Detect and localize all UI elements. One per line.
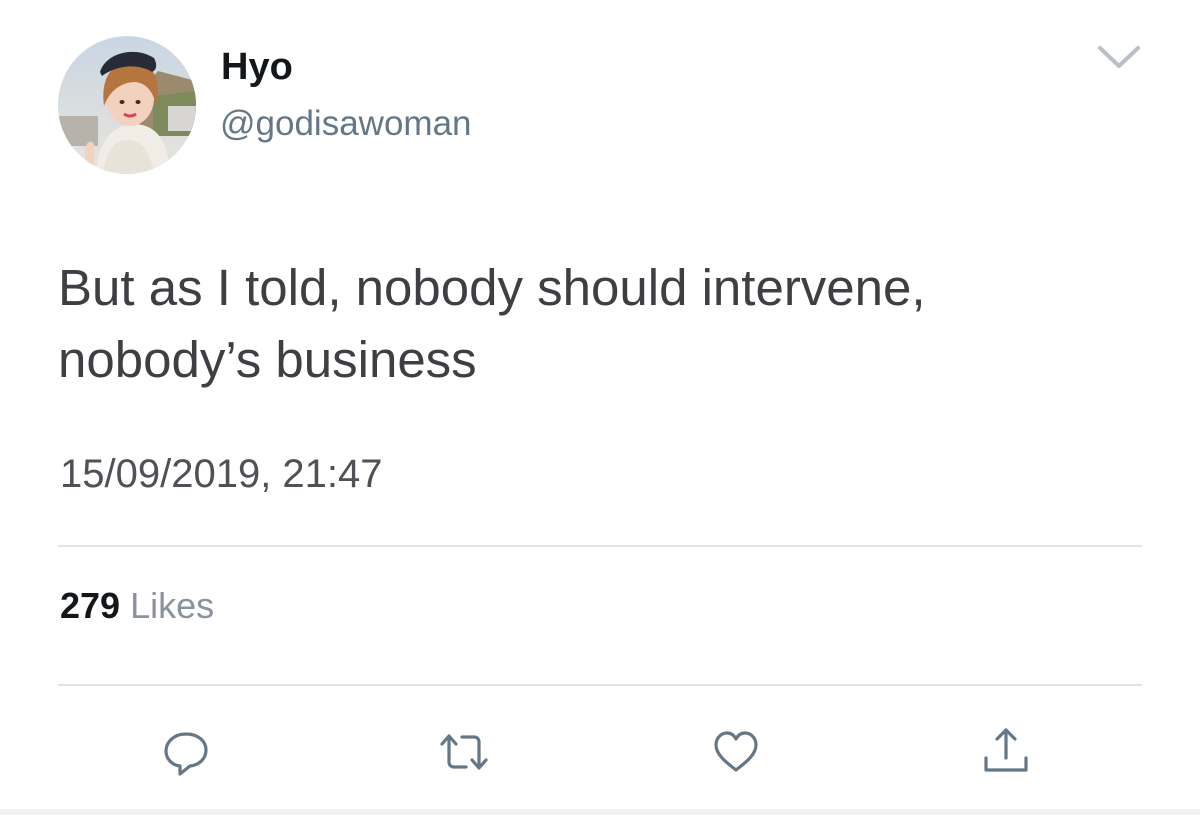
tweet-card: Hyo @godisawoman But as I told, nobody s…: [0, 0, 1200, 815]
likes-stat[interactable]: 279 Likes: [60, 583, 214, 629]
user-handle[interactable]: @godisawoman: [220, 102, 472, 146]
heart-icon[interactable]: [708, 724, 764, 780]
bottom-border: [0, 809, 1200, 815]
reply-icon[interactable]: [158, 724, 214, 780]
retweet-icon[interactable]: [436, 724, 492, 780]
tweet-text-line: But as I told, nobody should intervene,: [58, 259, 926, 316]
avatar-photo: [58, 36, 196, 174]
likes-count: 279: [60, 585, 121, 626]
share-icon[interactable]: [978, 724, 1034, 780]
tweet-timestamp[interactable]: 15/09/2019, 21:47: [60, 448, 383, 500]
likes-label: Likes: [130, 585, 215, 626]
display-name[interactable]: Hyo: [221, 44, 293, 90]
divider: [58, 545, 1142, 547]
tweet-text-line: nobody’s business: [58, 331, 477, 388]
tweet-text: But as I told, nobody should intervene, …: [58, 252, 1158, 396]
avatar[interactable]: [58, 36, 196, 174]
chevron-down-icon[interactable]: [1094, 38, 1144, 78]
divider: [58, 684, 1142, 686]
